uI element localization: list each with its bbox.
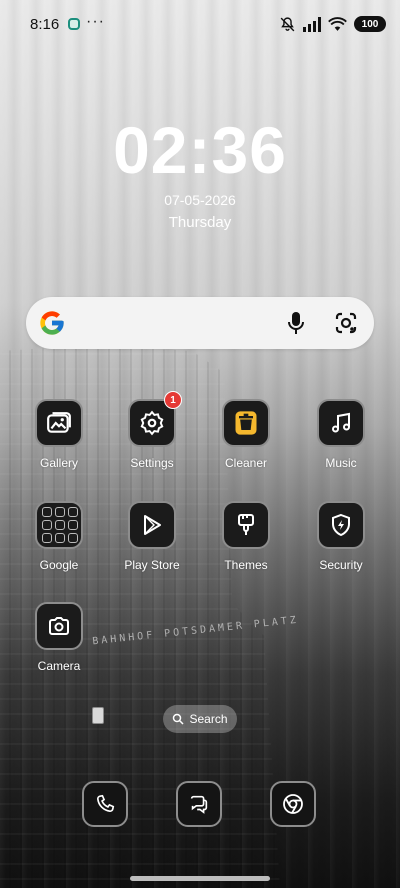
more-notifications-indicator: ···	[86, 13, 105, 30]
messages-icon	[190, 795, 208, 814]
folder-icon	[35, 501, 83, 549]
lens-icon[interactable]	[332, 309, 360, 337]
dock-messages[interactable]	[176, 781, 222, 827]
home-search-button[interactable]: Search	[163, 705, 237, 733]
play-store-icon	[128, 501, 176, 549]
home-indicator[interactable]	[130, 876, 270, 881]
app-label: Gallery	[39, 456, 78, 470]
app-camera[interactable]: Camera	[14, 602, 104, 692]
mute-icon	[280, 16, 295, 31]
app-label: Cleaner	[224, 456, 268, 470]
app-label: Settings	[130, 456, 174, 470]
status-bar: 8:16 ··· 100	[0, 0, 400, 48]
dock-chrome[interactable]	[270, 781, 316, 827]
folder-google[interactable]: Google	[14, 501, 104, 591]
app-settings[interactable]: 1 Settings	[107, 391, 197, 489]
google-search-bar[interactable]	[26, 297, 374, 349]
app-music[interactable]: Music	[296, 399, 386, 489]
app-gallery[interactable]: Gallery	[14, 399, 104, 489]
mic-icon[interactable]	[282, 309, 310, 337]
search-icon	[173, 713, 185, 725]
wifi-icon	[328, 16, 347, 31]
app-play-store[interactable]: Play Store	[107, 501, 197, 591]
app-themes[interactable]: Themes	[201, 501, 291, 591]
shield-bolt-icon	[317, 501, 365, 549]
app-label: Google	[39, 558, 79, 572]
trash-icon	[222, 399, 270, 447]
app-label: Music	[325, 456, 357, 470]
app-label: Security	[319, 558, 363, 572]
battery-indicator: 100	[354, 16, 386, 32]
search-pill-label: Search	[189, 712, 228, 726]
chrome-icon	[283, 794, 303, 814]
app-label: Play Store	[124, 558, 180, 572]
notification-badge: 1	[164, 391, 182, 409]
app-cleaner[interactable]: Cleaner	[201, 399, 291, 489]
phone-icon	[97, 794, 115, 812]
music-note-icon	[317, 399, 365, 447]
app-notification-icon	[68, 18, 80, 30]
clock-widget-time[interactable]: 02:36	[0, 112, 400, 188]
app-label: Camera	[37, 659, 81, 673]
app-label: Themes	[224, 558, 268, 572]
clock-widget-weekday: Thursday	[168, 214, 232, 231]
clock-widget-date: 07-05-2026	[164, 192, 236, 208]
camera-icon	[35, 602, 83, 650]
google-logo	[40, 311, 64, 335]
signal-icon	[303, 16, 321, 32]
page-indicator-widget[interactable]	[92, 707, 104, 724]
status-indicators: 100	[279, 14, 386, 34]
brush-icon	[222, 501, 270, 549]
gallery-icon	[35, 399, 83, 447]
status-time: 8:16	[30, 16, 60, 33]
app-security[interactable]: Security	[296, 501, 386, 591]
dock-phone[interactable]	[82, 781, 128, 827]
